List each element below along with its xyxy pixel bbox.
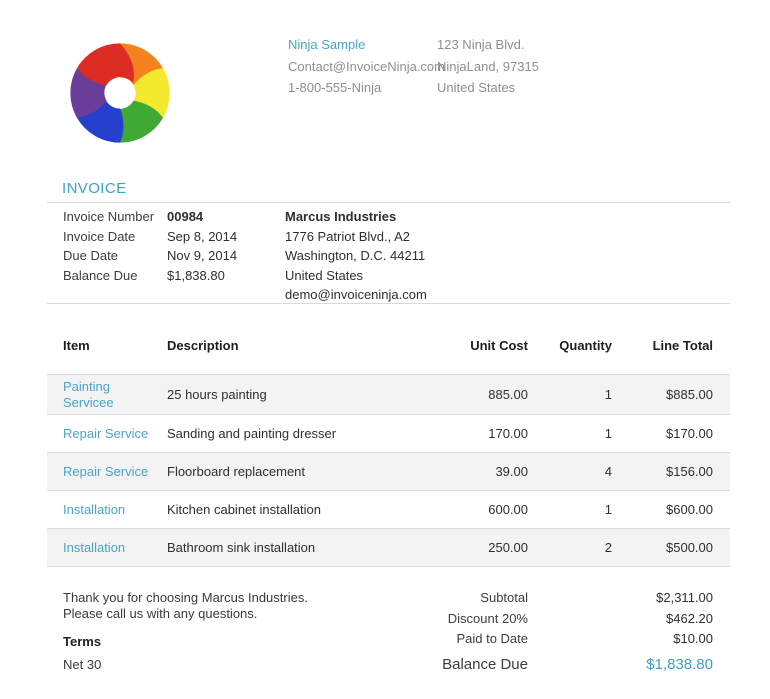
col-header-line-total: Line Total xyxy=(612,331,730,375)
description-cell: Sanding and painting dresser xyxy=(167,415,397,453)
unit-cost-cell: 885.00 xyxy=(397,375,528,415)
client-name: Marcus Industries xyxy=(285,207,427,227)
col-header-description: Description xyxy=(167,331,397,375)
unit-cost-cell: 600.00 xyxy=(397,491,528,529)
company-contact-block: Ninja Sample Contact@InvoiceNinja.com 1-… xyxy=(288,34,445,99)
col-header-unit-cost: Unit Cost xyxy=(397,331,528,375)
balance-due-value: $1,838.80 xyxy=(167,266,237,286)
table-row: Installation Kitchen cabinet installatio… xyxy=(47,491,730,529)
subtotal-value: $2,311.00 xyxy=(528,590,713,605)
paid-to-date-value: $10.00 xyxy=(528,631,713,646)
line-total-cell: $156.00 xyxy=(612,453,730,491)
table-row: Installation Bathroom sink installation … xyxy=(47,529,730,567)
client-address-line2: Washington, D.C. 44211 xyxy=(285,246,427,266)
balance-due-total-label: Balance Due xyxy=(340,656,528,673)
unit-cost-cell: 39.00 xyxy=(397,453,528,491)
invoice-number-value: 00984 xyxy=(167,207,237,227)
invoice-ninja-logo xyxy=(66,38,174,148)
line-total-cell: $500.00 xyxy=(612,529,730,567)
invoice-title: INVOICE xyxy=(62,180,126,197)
subtotal-label: Subtotal xyxy=(340,590,528,605)
item-cell: Repair Service xyxy=(47,453,167,491)
table-header-row: Item Description Unit Cost Quantity Line… xyxy=(47,331,730,375)
client-block: Marcus Industries 1776 Patriot Blvd., A2… xyxy=(285,207,427,305)
due-date-label: Due Date xyxy=(63,246,154,266)
description-cell: Floorboard replacement xyxy=(167,453,397,491)
terms-heading: Terms xyxy=(63,634,101,649)
paid-to-date-label: Paid to Date xyxy=(340,631,528,646)
invoice-meta-values: 00984 Sep 8, 2014 Nov 9, 2014 $1,838.80 xyxy=(167,207,237,285)
item-cell: Painting Servicee xyxy=(47,375,167,415)
company-address-line3: United States xyxy=(437,77,539,99)
col-header-quantity: Quantity xyxy=(528,331,612,375)
unit-cost-cell: 250.00 xyxy=(397,529,528,567)
col-header-item: Item xyxy=(47,331,167,375)
divider-top xyxy=(47,202,730,203)
table-row: Repair Service Sanding and painting dres… xyxy=(47,415,730,453)
item-cell: Installation xyxy=(47,529,167,567)
invoice-number-label: Invoice Number xyxy=(63,207,154,227)
note-line-1: Thank you for choosing Marcus Industries… xyxy=(63,590,383,606)
discount-label: Discount 20% xyxy=(340,611,528,626)
company-address-line1: 123 Ninja Blvd. xyxy=(437,34,539,56)
quantity-cell: 1 xyxy=(528,375,612,415)
unit-cost-cell: 170.00 xyxy=(397,415,528,453)
item-link[interactable]: Repair Service xyxy=(63,426,148,441)
invoice-meta-labels: Invoice Number Invoice Date Due Date Bal… xyxy=(63,207,154,285)
item-link[interactable]: Painting Servicee xyxy=(63,379,114,410)
company-name-link[interactable]: Ninja Sample xyxy=(288,37,365,52)
aperture-swirl-icon xyxy=(66,38,174,148)
company-address-block: 123 Ninja Blvd. NinjaLand, 97315 United … xyxy=(437,34,539,99)
due-date-value: Nov 9, 2014 xyxy=(167,246,237,266)
item-link[interactable]: Installation xyxy=(63,540,125,555)
item-link[interactable]: Installation xyxy=(63,502,125,517)
note-line-2: Please call us with any questions. xyxy=(63,606,383,622)
quantity-cell: 4 xyxy=(528,453,612,491)
table-row: Repair Service Floorboard replacement 39… xyxy=(47,453,730,491)
discount-value: $462.20 xyxy=(528,611,713,626)
subtotal-row: Subtotal $2,311.00 xyxy=(340,590,713,605)
balance-due-label: Balance Due xyxy=(63,266,154,286)
discount-row: Discount 20% $462.20 xyxy=(340,611,713,626)
client-address-line1: 1776 Patriot Blvd., A2 xyxy=(285,227,427,247)
quantity-cell: 1 xyxy=(528,415,612,453)
company-phone: 1-800-555-Ninja xyxy=(288,77,445,99)
line-total-cell: $600.00 xyxy=(612,491,730,529)
description-cell: Kitchen cabinet installation xyxy=(167,491,397,529)
description-cell: 25 hours painting xyxy=(167,375,397,415)
invoice-notes: Thank you for choosing Marcus Industries… xyxy=(63,590,383,622)
balance-due-total-value: $1,838.80 xyxy=(528,656,713,673)
line-items-table: Item Description Unit Cost Quantity Line… xyxy=(47,331,730,567)
line-total-cell: $170.00 xyxy=(612,415,730,453)
client-email: demo@invoiceninja.com xyxy=(285,285,427,305)
invoice-date-label: Invoice Date xyxy=(63,227,154,247)
company-address-line2: NinjaLand, 97315 xyxy=(437,56,539,78)
client-address-line3: United States xyxy=(285,266,427,286)
item-cell: Installation xyxy=(47,491,167,529)
company-email: Contact@InvoiceNinja.com xyxy=(288,56,445,78)
line-total-cell: $885.00 xyxy=(612,375,730,415)
invoice-date-value: Sep 8, 2014 xyxy=(167,227,237,247)
terms-value: Net 30 xyxy=(63,657,101,672)
item-cell: Repair Service xyxy=(47,415,167,453)
balance-due-row: Balance Due $1,838.80 xyxy=(340,656,713,673)
quantity-cell: 2 xyxy=(528,529,612,567)
table-row: Painting Servicee 25 hours painting 885.… xyxy=(47,375,730,415)
totals-block: Subtotal $2,311.00 Discount 20% $462.20 … xyxy=(340,590,713,679)
invoice-page: Ninja Sample Contact@InvoiceNinja.com 1-… xyxy=(0,0,770,699)
quantity-cell: 1 xyxy=(528,491,612,529)
item-link[interactable]: Repair Service xyxy=(63,464,148,479)
description-cell: Bathroom sink installation xyxy=(167,529,397,567)
paid-to-date-row: Paid to Date $10.00 xyxy=(340,631,713,646)
